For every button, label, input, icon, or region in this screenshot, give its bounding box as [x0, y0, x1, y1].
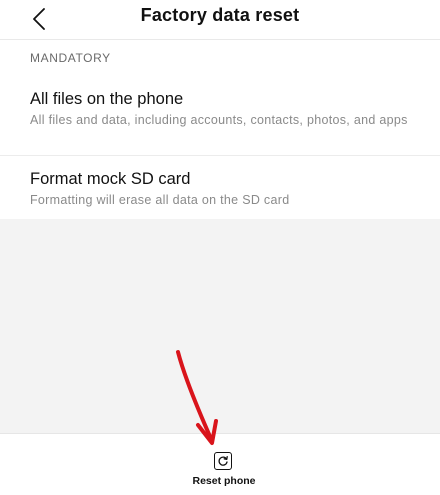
header-bar: Factory data reset: [0, 0, 440, 40]
option-format-sd-card[interactable]: Format mock SD card Formatting will eras…: [0, 157, 440, 219]
reset-phone-label: Reset phone: [192, 475, 256, 487]
option-description: Formatting will erase all data on the SD…: [30, 193, 290, 207]
bottom-action-bar: Reset phone: [0, 433, 440, 495]
page-title: Factory data reset: [140, 5, 300, 25]
reset-phone-button[interactable]: Reset phone: [180, 446, 268, 492]
section-header: MANDATORY: [30, 51, 111, 65]
option-title: All files on the phone: [30, 90, 184, 108]
option-all-files[interactable]: All files on the phone All files and dat…: [0, 80, 440, 156]
option-title: Format mock SD card: [30, 170, 191, 188]
option-description: All files and data, including accounts, …: [30, 113, 408, 127]
reset-icon: [214, 452, 232, 470]
empty-area: [0, 219, 440, 433]
